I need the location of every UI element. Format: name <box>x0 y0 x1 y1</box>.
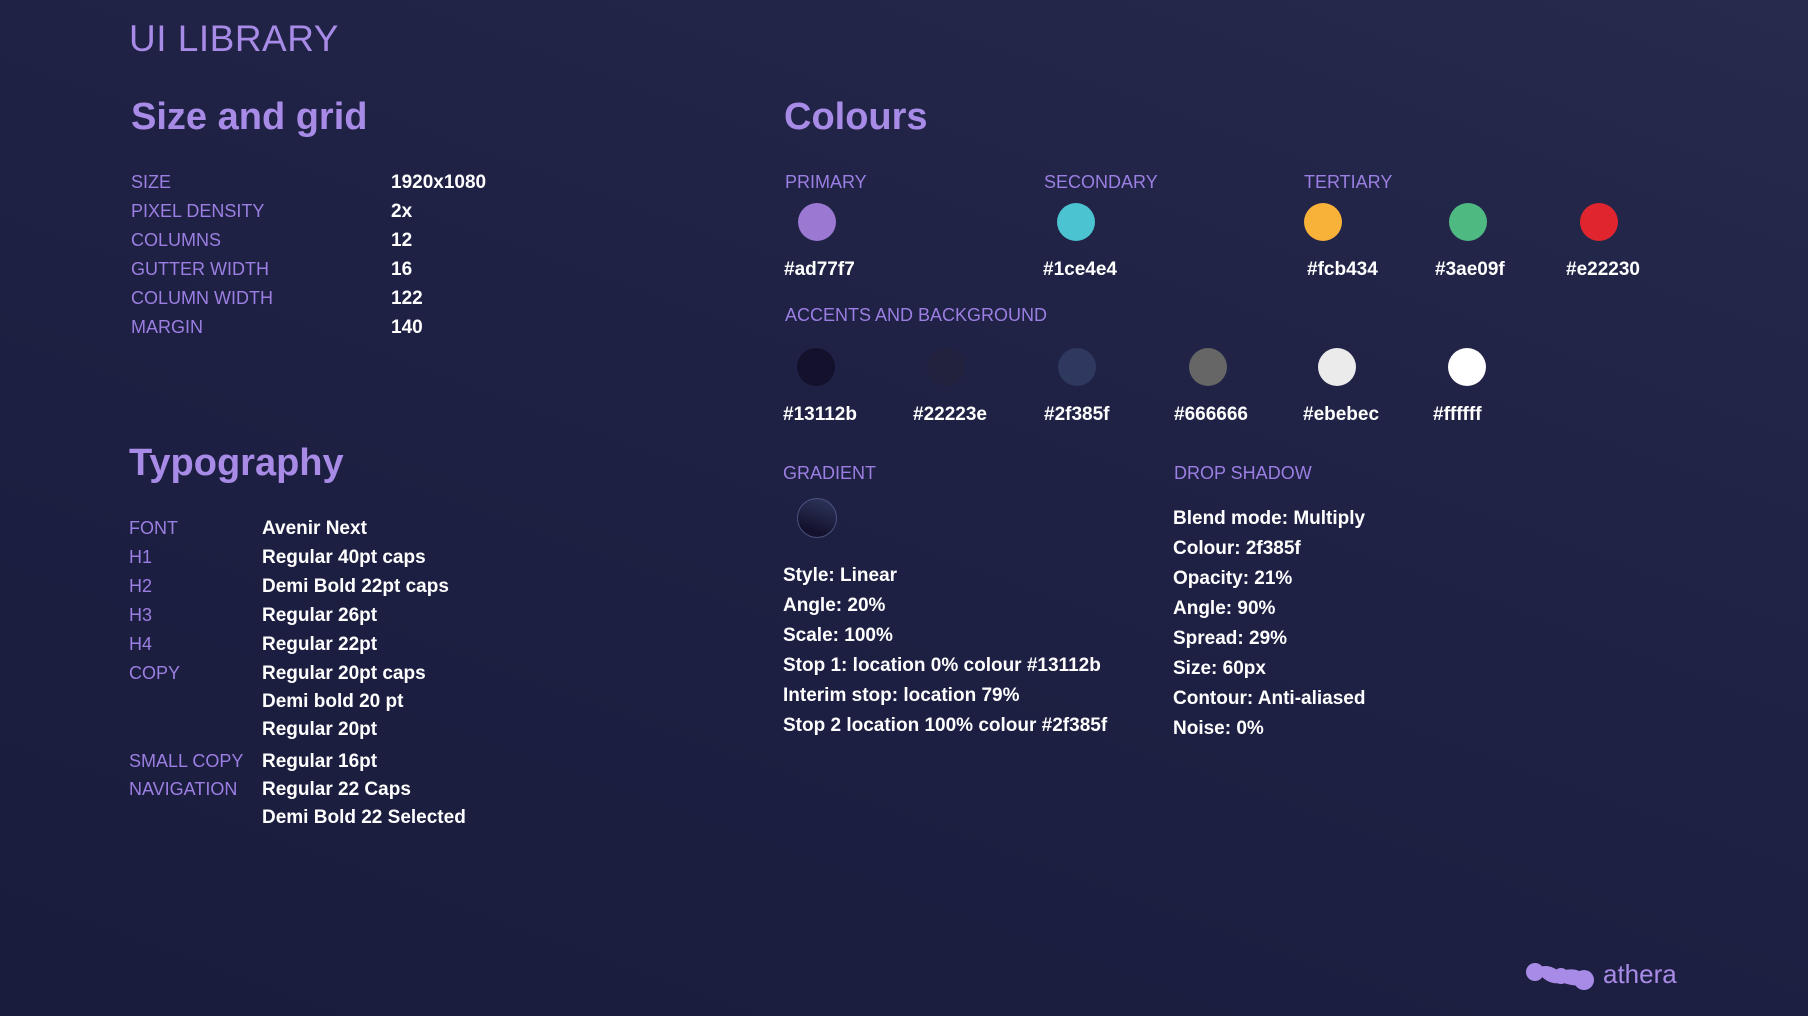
typography-value: Regular 40pt caps <box>262 547 426 568</box>
swatch-accent-3 <box>1058 348 1096 386</box>
hex-tertiary-green: #3ae09f <box>1435 259 1505 280</box>
swatch-tertiary-yellow <box>1304 203 1342 241</box>
drop-shadow-spec-line: Size: 60px <box>1173 658 1266 679</box>
colours-heading: Colours <box>784 96 928 138</box>
hex-tertiary-red: #e22230 <box>1566 259 1640 280</box>
primary-label: PRIMARY <box>785 172 867 192</box>
typography-label: SMALL COPY <box>129 751 244 771</box>
drop-shadow-spec-line: Noise: 0% <box>1173 718 1264 739</box>
size-grid-label: PIXEL DENSITY <box>131 201 265 221</box>
size-grid-value: 140 <box>391 317 423 338</box>
typography-value: Regular 22pt <box>262 634 378 655</box>
typography-value: Avenir Next <box>262 518 367 539</box>
gradient-label: GRADIENT <box>783 463 877 483</box>
typography-label: H2 <box>129 576 153 596</box>
accents-label: ACCENTS AND BACKGROUND <box>785 305 1048 325</box>
typography-value: Demi Bold 22 Selected <box>262 807 466 828</box>
size-grid-value: 122 <box>391 288 423 309</box>
typography-value: Regular 26pt <box>262 605 378 626</box>
brand-logo: athera <box>1525 956 1677 992</box>
typography-value: Demi Bold 22pt caps <box>262 576 449 597</box>
brand-name: athera <box>1603 958 1677 989</box>
size-grid-value: 12 <box>391 230 413 251</box>
drop-shadow-spec-line: Opacity: 21% <box>1173 568 1293 589</box>
typography-label: COPY <box>129 663 181 683</box>
swatch-accent-1 <box>797 348 835 386</box>
swatch-accent-6 <box>1448 348 1486 386</box>
tertiary-label: TERTIARY <box>1304 172 1393 192</box>
secondary-label: SECONDARY <box>1044 172 1158 192</box>
swatch-secondary <box>1057 203 1095 241</box>
hex-accent-6: #ffffff <box>1433 404 1482 425</box>
drop-shadow-label: DROP SHADOW <box>1174 463 1312 483</box>
drop-shadow-spec-line: Blend mode: Multiply <box>1173 508 1366 529</box>
gradient-spec-line: Scale: 100% <box>783 625 893 646</box>
hex-accent-2: #22223e <box>913 404 987 425</box>
drop-shadow-spec-line: Angle: 90% <box>1173 598 1276 619</box>
swatch-tertiary-red <box>1580 203 1618 241</box>
gradient-swatch <box>797 498 837 538</box>
typography-heading: Typography <box>129 442 344 484</box>
typography-value: Regular 16pt <box>262 751 378 772</box>
typography-value: Regular 20pt <box>262 719 378 740</box>
size-grid-label: SIZE <box>131 172 172 192</box>
typography-label: FONT <box>129 518 178 538</box>
swatch-accent-2 <box>927 348 965 386</box>
drop-shadow-spec-line: Contour: Anti-aliased <box>1173 688 1366 709</box>
hex-secondary: #1ce4e4 <box>1043 259 1117 280</box>
typography-value: Demi bold 20 pt <box>262 691 404 712</box>
hex-primary: #ad77f7 <box>784 259 855 280</box>
size-grid-value: 2x <box>391 201 413 222</box>
typography-label: H4 <box>129 634 153 654</box>
typography-value: Regular 20pt caps <box>262 663 426 684</box>
size-grid-label: MARGIN <box>131 317 203 337</box>
swatch-primary <box>798 203 836 241</box>
hex-accent-5: #ebebec <box>1303 404 1380 425</box>
size-grid-label: COLUMNS <box>131 230 222 250</box>
hex-accent-4: #666666 <box>1174 404 1248 425</box>
hex-tertiary-yellow: #fcb434 <box>1307 259 1378 280</box>
typography-label: H3 <box>129 605 153 625</box>
athera-logo-icon <box>1526 963 1594 990</box>
swatch-tertiary-green <box>1449 203 1487 241</box>
size-grid-heading: Size and grid <box>131 96 368 138</box>
gradient-spec-line: Angle: 20% <box>783 595 886 616</box>
swatch-accent-5 <box>1318 348 1356 386</box>
gradient-spec-line: Stop 1: location 0% colour #13112b <box>783 655 1101 676</box>
drop-shadow-spec-line: Colour: 2f385f <box>1173 538 1301 559</box>
typography-value: Regular 22 Caps <box>262 779 411 800</box>
size-grid-label: COLUMN WIDTH <box>131 288 273 308</box>
drop-shadow-spec-line: Spread: 29% <box>1173 628 1288 649</box>
typography-label: H1 <box>129 547 153 567</box>
gradient-spec-line: Stop 2 location 100% colour #2f385f <box>783 715 1108 736</box>
size-grid-value: 16 <box>391 259 413 280</box>
gradient-spec-line: Style: Linear <box>783 565 898 586</box>
typography-label: NAVIGATION <box>129 779 238 799</box>
swatch-accent-4 <box>1189 348 1227 386</box>
gradient-spec-line: Interim stop: location 79% <box>783 685 1020 706</box>
size-grid-value: 1920x1080 <box>391 172 487 193</box>
hex-accent-3: #2f385f <box>1044 404 1110 425</box>
size-grid-label: GUTTER WIDTH <box>131 259 269 279</box>
hex-accent-1: #13112b <box>783 404 857 425</box>
page-title: UI LIBRARY <box>129 18 339 59</box>
